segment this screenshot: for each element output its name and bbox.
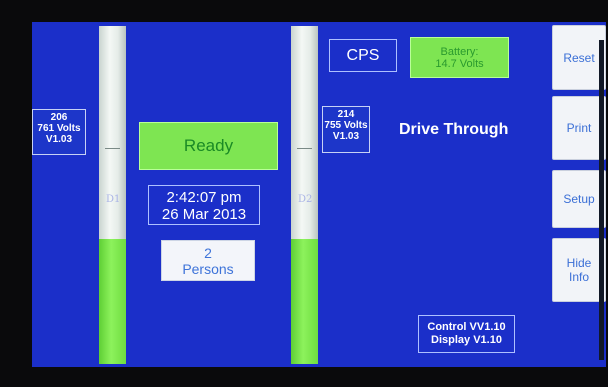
print-label: Print bbox=[566, 121, 592, 135]
reset-label: Reset bbox=[563, 50, 595, 65]
battery-title: Battery: bbox=[440, 45, 479, 58]
detector-2-readout: 214 755 Volts V1.03 bbox=[322, 106, 370, 153]
info-label: Info bbox=[568, 270, 589, 284]
detector-1-level-fill bbox=[99, 238, 126, 364]
detector-1-version: V1.03 bbox=[45, 134, 73, 145]
detector-2-label: D2 bbox=[298, 194, 313, 205]
ready-label: Ready bbox=[183, 136, 234, 155]
display-version: Display V1.10 bbox=[431, 334, 502, 346]
hide-info-button[interactable]: Hide Info bbox=[552, 238, 606, 302]
clock-time: 2:42:07 pm bbox=[166, 189, 242, 206]
battery-indicator: Battery: 14.7 Volts bbox=[410, 37, 509, 78]
setup-button[interactable]: Setup bbox=[552, 170, 606, 228]
display-screen: D1 206 761 Volts V1.03 Ready 2:42:07 pm … bbox=[32, 22, 606, 367]
hide-label: Hide bbox=[566, 256, 592, 270]
detector-2-level-fill bbox=[291, 238, 318, 364]
detector-2-count: 214 bbox=[337, 109, 355, 120]
clock-panel: 2:42:07 pm 26 Mar 2013 bbox=[148, 185, 260, 225]
persons-label: Persons bbox=[182, 261, 234, 277]
ready-button[interactable]: Ready bbox=[139, 122, 278, 170]
detector-2-version: V1.03 bbox=[332, 131, 360, 142]
clock-date: 26 Mar 2013 bbox=[161, 206, 247, 223]
detector-2-tick bbox=[297, 148, 312, 149]
bezel-edge bbox=[599, 40, 604, 360]
detector-2-volts: 755 Volts bbox=[324, 120, 368, 131]
cps-label: CPS bbox=[346, 47, 380, 64]
control-version: Control VV1.10 bbox=[427, 321, 506, 333]
detector-1-tick bbox=[105, 148, 120, 149]
persons-button[interactable]: 2 Persons bbox=[161, 240, 255, 281]
battery-volts: 14.7 Volts bbox=[435, 57, 484, 70]
detector-1-readout: 206 761 Volts V1.03 bbox=[32, 109, 86, 155]
detector-1-label: D1 bbox=[106, 194, 121, 205]
version-panel: Control VV1.10 Display V1.10 bbox=[418, 315, 515, 353]
reset-button[interactable]: Reset bbox=[552, 25, 606, 90]
setup-label: Setup bbox=[563, 192, 595, 206]
mode-title: Drive Through bbox=[399, 121, 509, 138]
detector-1-volts: 761 Volts bbox=[37, 123, 81, 134]
print-button[interactable]: Print bbox=[552, 96, 606, 160]
persons-count: 2 bbox=[204, 245, 212, 261]
detector-1-count: 206 bbox=[50, 112, 68, 123]
cps-button[interactable]: CPS bbox=[329, 39, 397, 72]
